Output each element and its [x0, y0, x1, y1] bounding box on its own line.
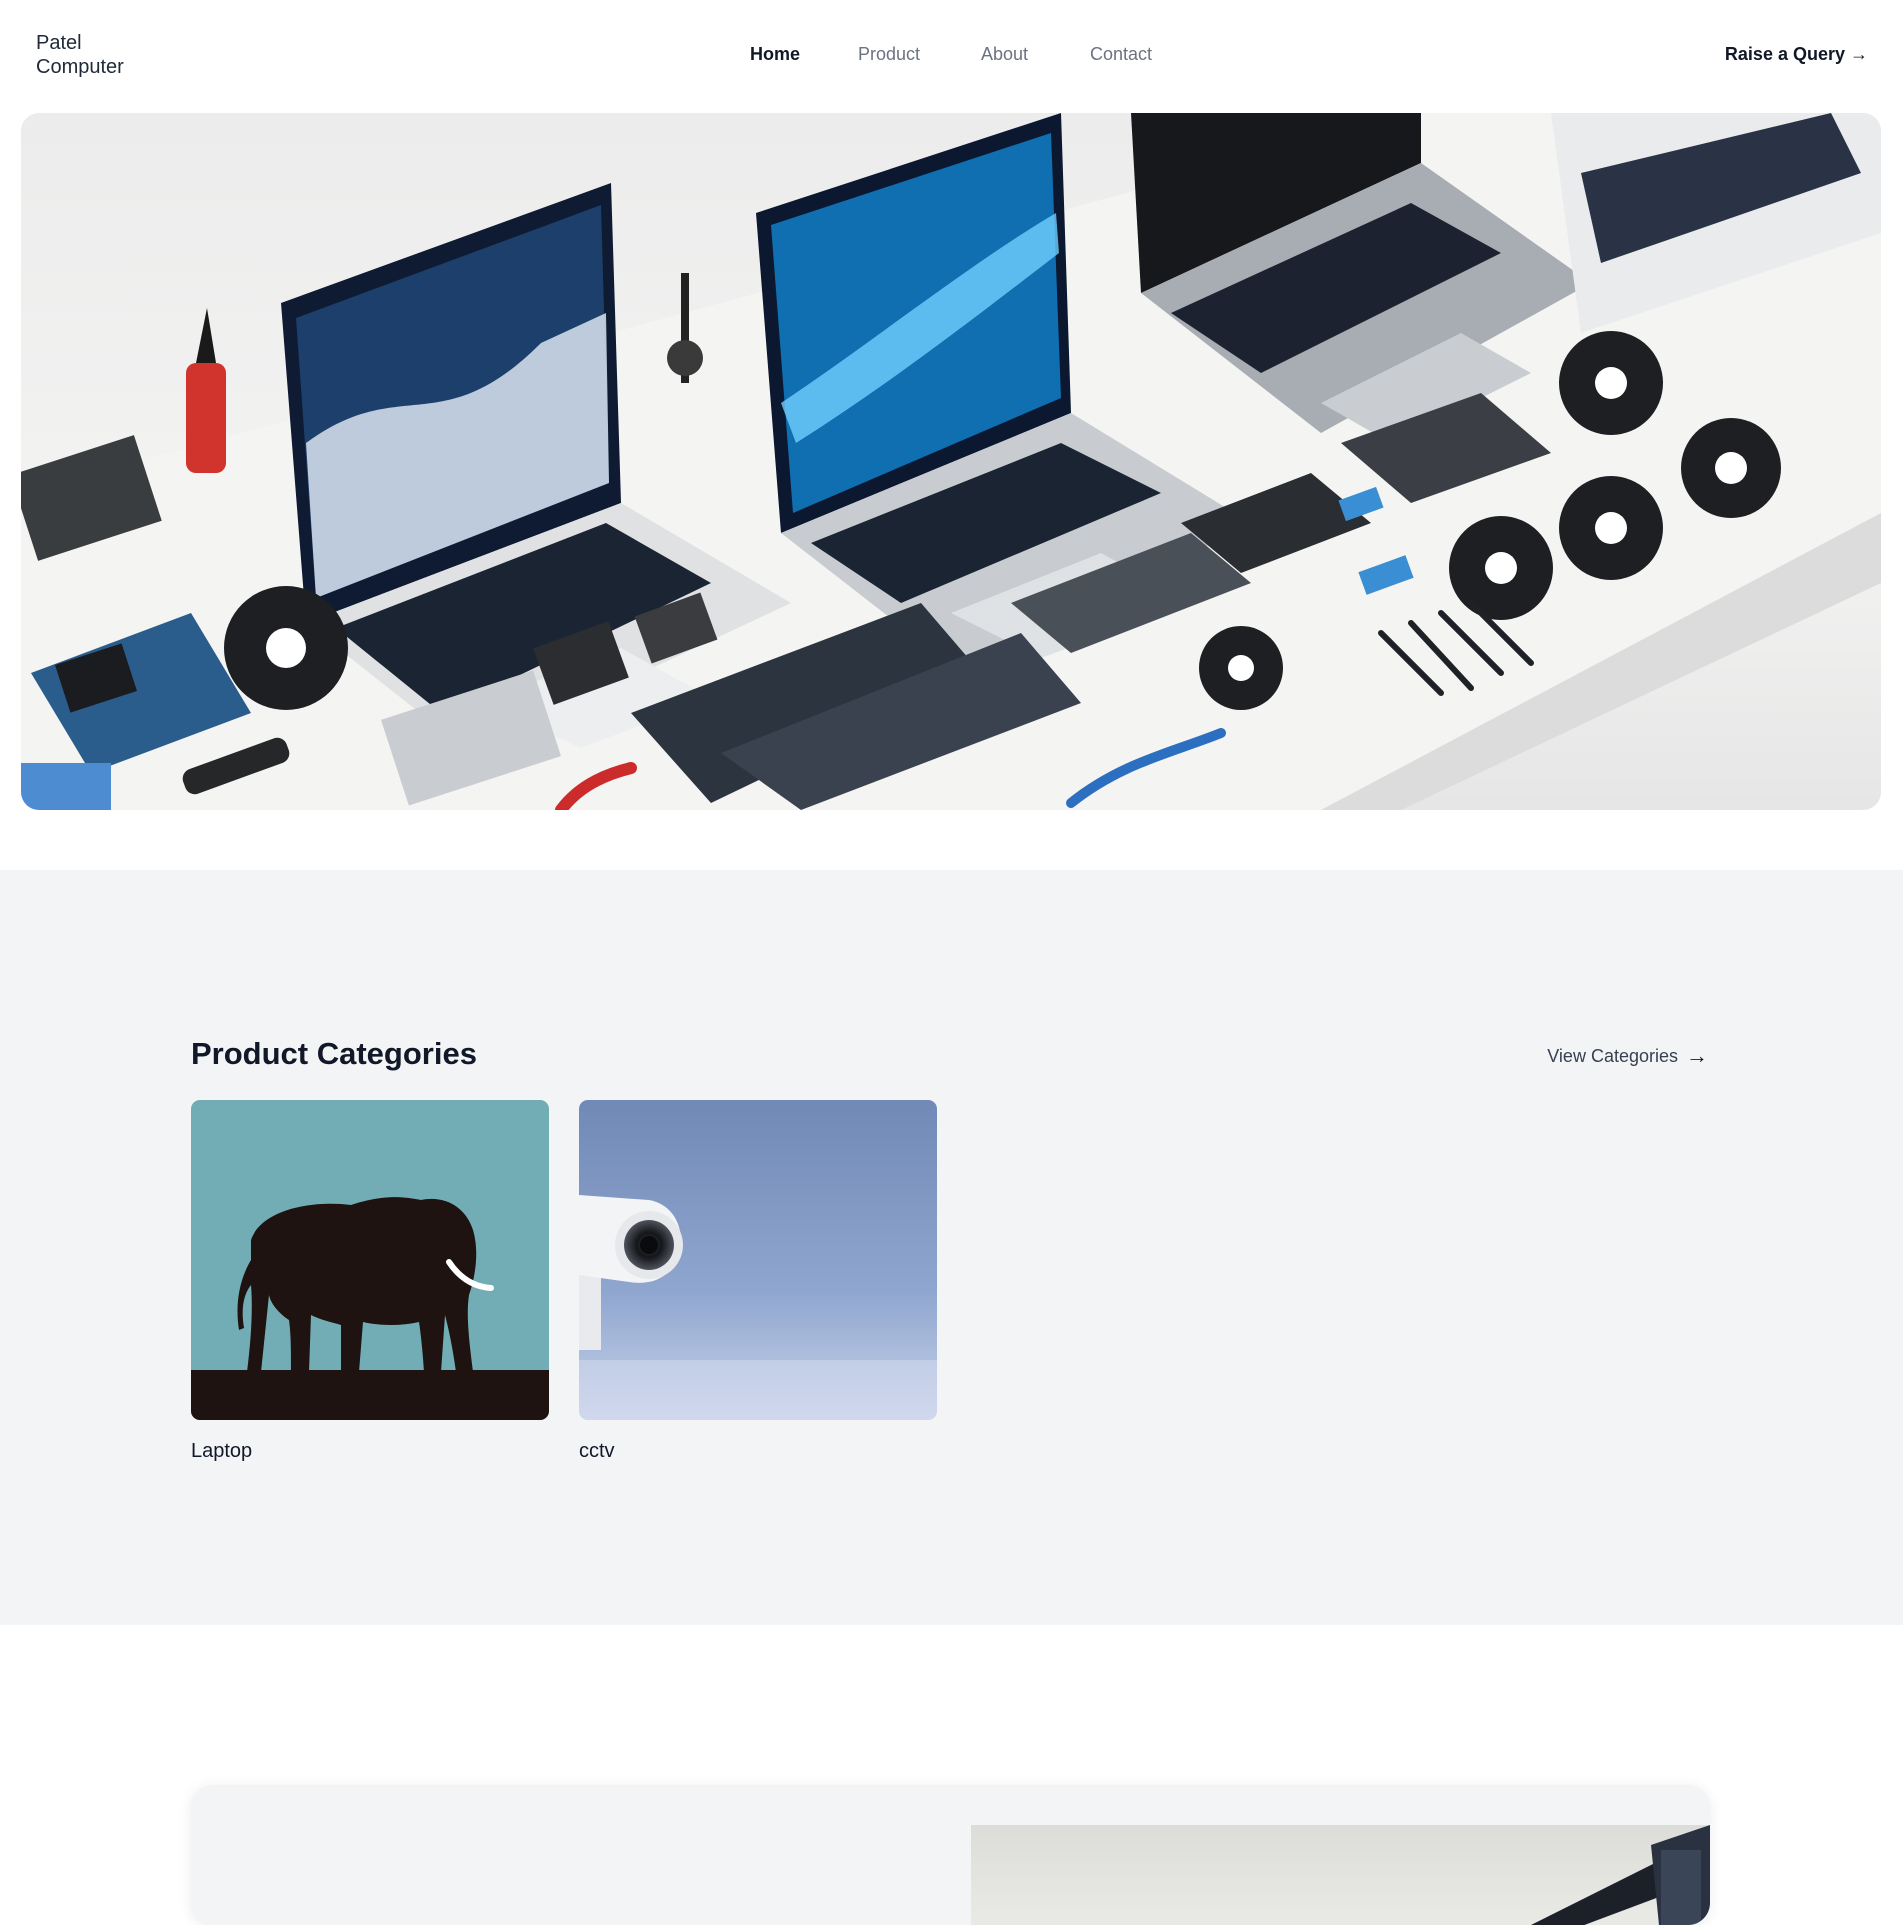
nav-home[interactable]: Home — [750, 42, 800, 66]
nav-product[interactable]: Product — [858, 42, 920, 66]
raise-query-link[interactable]: Raise a Query → — [1725, 42, 1868, 66]
cctv-camera-image — [579, 1100, 937, 1420]
category-image-cctv — [579, 1100, 937, 1420]
feature-laptop-image — [1531, 1825, 1710, 1925]
nav-contact[interactable]: Contact — [1090, 42, 1152, 66]
view-categories-link[interactable]: View Categories → — [1547, 1044, 1708, 1068]
category-label-cctv: cctv — [579, 1440, 615, 1462]
site-logo[interactable]: Patel Computer — [36, 31, 156, 79]
hero-banner — [21, 113, 1881, 810]
category-image-laptop — [191, 1100, 549, 1420]
hero-laptops-parts-image — [21, 113, 1881, 810]
elephant-image — [191, 1100, 549, 1420]
product-categories-section: Product Categories View Categories → Lapt… — [0, 870, 1903, 1625]
category-card-laptop[interactable]: Laptop — [191, 1100, 549, 1464]
category-card-cctv[interactable]: cctv — [579, 1100, 937, 1464]
section-title: Product Categories — [191, 1036, 477, 1071]
category-label-laptop: Laptop — [191, 1440, 253, 1462]
site-header: Patel Computer Home Product About Contac… — [0, 0, 1903, 110]
arrow-right-icon: → — [1686, 1043, 1708, 1068]
feature-image — [971, 1825, 1710, 1925]
feature-card — [191, 1785, 1710, 1925]
view-categories-label: View Categories — [1547, 1046, 1678, 1066]
nav-about[interactable]: About — [981, 42, 1028, 66]
